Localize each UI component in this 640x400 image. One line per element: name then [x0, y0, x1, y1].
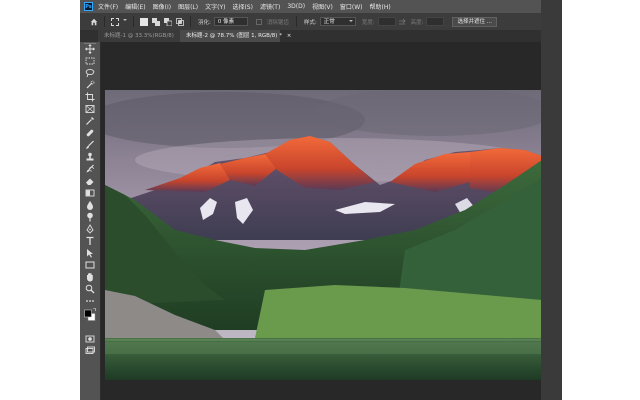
color-swatches-icon[interactable] [84, 308, 96, 322]
menu-window[interactable]: 窗口(W) [340, 2, 363, 11]
path-selection-icon[interactable] [85, 248, 95, 258]
intersect-selection-icon[interactable] [176, 17, 184, 26]
frame-icon[interactable] [85, 104, 95, 114]
feather-label: 羽化: [198, 19, 211, 26]
rectangle-shape-icon[interactable] [85, 260, 95, 270]
separator [190, 16, 191, 27]
add-to-selection-icon[interactable] [152, 17, 160, 26]
menu-filter[interactable]: 滤镜(T) [260, 2, 280, 11]
brush-icon[interactable] [85, 140, 95, 150]
separator [104, 16, 105, 27]
tab-document-2[interactable]: 未标题-2 @ 78.7% (图层 1, RGB/8) * × [180, 30, 291, 42]
menu-layer[interactable]: 图层(L) [178, 2, 198, 11]
new-selection-icon[interactable] [140, 17, 148, 26]
tab-label: 未标题-2 @ 78.7% (图层 1, RGB/8) * [186, 33, 282, 39]
history-brush-icon[interactable] [85, 164, 95, 174]
menu-select[interactable]: 选择(S) [232, 2, 253, 11]
separator [295, 16, 297, 27]
close-icon[interactable]: × [287, 33, 292, 39]
height-input[interactable] [426, 17, 445, 26]
rectangular-marquee-icon[interactable] [85, 56, 95, 66]
zoom-icon[interactable] [85, 284, 95, 294]
pen-icon[interactable] [85, 224, 95, 234]
style-select-value: 正常 [323, 19, 335, 25]
tab-label: 未标题-1 @ 33.3%(RGB/8) [104, 33, 174, 39]
menu-view[interactable]: 视图(V) [312, 2, 333, 11]
tab-document-1[interactable]: 未标题-1 @ 33.3%(RGB/8) [98, 30, 180, 42]
swap-dimensions-icon[interactable] [398, 18, 406, 26]
menu-image[interactable]: 图像(I) [153, 2, 171, 11]
app-logo-icon: Ps [84, 2, 93, 11]
menu-3d[interactable]: 3D(D) [287, 3, 305, 10]
antialias-label: 消除锯齿 [266, 19, 289, 26]
healing-brush-icon[interactable] [85, 128, 95, 138]
more-tools-icon[interactable] [85, 296, 95, 306]
hand-icon[interactable] [85, 272, 95, 282]
select-and-mask-button[interactable]: 选择并遮住 ... [452, 16, 497, 27]
chevron-down-icon[interactable] [123, 18, 127, 26]
clone-stamp-icon[interactable] [85, 152, 95, 162]
separator [133, 16, 134, 27]
antialias-checkbox[interactable] [255, 18, 262, 25]
menu-type[interactable]: 文字(Y) [205, 2, 225, 11]
right-panel-edge [541, 0, 562, 400]
width-label: 宽度: [361, 19, 375, 26]
document-canvas-image[interactable] [105, 90, 542, 380]
lasso-icon[interactable] [85, 68, 95, 78]
document-tabs: 未标题-1 @ 33.3%(RGB/8) 未标题-2 @ 78.7% (图层 1… [80, 30, 562, 42]
style-select[interactable]: 正常 [319, 17, 356, 26]
marquee-preset-icon[interactable] [111, 17, 119, 26]
type-icon[interactable] [85, 236, 95, 246]
feather-input[interactable]: 0 像素 [213, 17, 248, 26]
style-label: 样式: [303, 19, 317, 26]
home-icon[interactable] [90, 18, 98, 26]
height-label: 高度: [410, 19, 424, 26]
move-tool-icon[interactable] [85, 44, 95, 54]
options-bar: 羽化: 0 像素 消除锯齿 样式: 正常 宽度: 高度: 选择并遮住 ... [80, 13, 562, 31]
eyedropper-icon[interactable] [85, 116, 95, 126]
canvas-workspace[interactable] [101, 42, 562, 400]
eraser-icon[interactable] [85, 176, 95, 186]
menu-edit[interactable]: 编辑(E) [125, 2, 145, 11]
quick-selection-icon[interactable] [85, 80, 95, 90]
gradient-icon[interactable] [85, 188, 95, 198]
blur-icon[interactable] [85, 200, 95, 210]
chevron-down-icon [348, 18, 353, 26]
tools-panel [80, 42, 101, 400]
quick-mask-icon[interactable] [85, 334, 95, 344]
mountain-lake-photo [105, 90, 542, 380]
photoshop-window: Ps 文件(F) 编辑(E) 图像(I) 图层(L) 文字(Y) 选择(S) 滤… [80, 0, 562, 400]
dodge-icon[interactable] [85, 212, 95, 222]
width-input[interactable] [377, 17, 396, 26]
menu-bar: Ps 文件(F) 编辑(E) 图像(I) 图层(L) 文字(Y) 选择(S) 滤… [80, 0, 562, 13]
subtract-from-selection-icon[interactable] [164, 17, 173, 26]
screen-mode-icon[interactable] [85, 346, 95, 356]
menu-file[interactable]: 文件(F) [98, 2, 118, 11]
menu-help[interactable]: 帮助(H) [370, 2, 391, 11]
crop-icon[interactable] [85, 92, 95, 102]
